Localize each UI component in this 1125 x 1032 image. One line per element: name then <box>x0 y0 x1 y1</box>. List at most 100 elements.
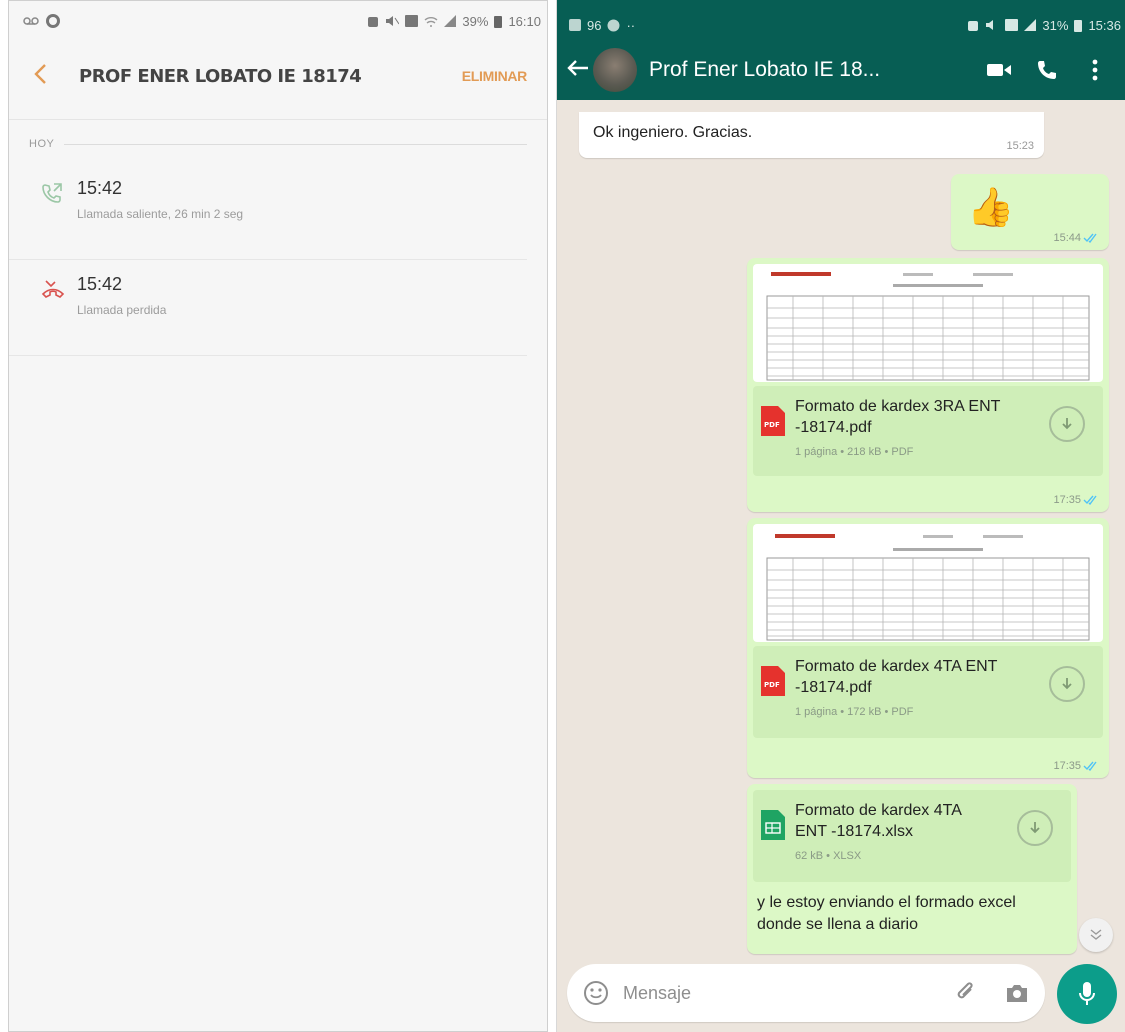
download-button[interactable] <box>1049 666 1085 702</box>
document-meta: 62 kB • XLSX <box>795 850 862 862</box>
mute-icon <box>385 15 400 27</box>
outgoing-call-icon <box>41 178 77 245</box>
outgoing-message-emoji[interactable]: 👍 15:44 <box>951 174 1109 250</box>
call-description: Llamada saliente, 26 min 2 seg <box>77 207 244 221</box>
emoji-icon <box>584 981 608 1005</box>
download-icon <box>1062 678 1072 690</box>
battery-percent: 39% <box>462 13 489 29</box>
outgoing-document-message[interactable]: Formato de kardex 4TA ENT -18174.xlsx 62… <box>747 784 1077 954</box>
arrow-left-icon <box>567 60 588 76</box>
status-time: 16:10 <box>508 13 541 29</box>
read-ticks-icon <box>1083 761 1097 771</box>
message-text: Ok ingeniero. Gracias. <box>593 124 753 141</box>
more-options-button[interactable] <box>1071 46 1119 94</box>
pdf-file-icon: PDF <box>761 396 795 466</box>
video-call-button[interactable] <box>975 46 1023 94</box>
outgoing-document-message[interactable]: PDF Formato de kardex 4TA ENT -18174.pdf… <box>747 518 1109 778</box>
back-button[interactable] <box>33 61 63 92</box>
call-time: 15:42 <box>77 274 123 294</box>
read-ticks-icon <box>1083 233 1097 243</box>
chat-header: Prof Ener Lobato IE 18... <box>557 40 1125 100</box>
mute-icon <box>985 19 999 31</box>
signal-icon <box>444 15 457 27</box>
emoji-button[interactable] <box>583 980 609 1006</box>
missed-call-icon <box>41 274 77 341</box>
message-input[interactable]: Mensaje <box>623 983 955 1004</box>
alarm-icon <box>367 14 379 28</box>
document-info[interactable]: Formato de kardex 4TA ENT -18174.xlsx 62… <box>753 790 1071 882</box>
document-title: Formato de kardex 4TA ENT -18174.xlsx <box>795 802 961 840</box>
message-text: y le estoy enviando el formado excel don… <box>757 894 1016 933</box>
battery-percent: 31% <box>1042 17 1069 33</box>
section-label: HOY <box>29 138 55 150</box>
phone-icon <box>1038 61 1056 79</box>
avatar[interactable] <box>593 48 637 92</box>
document-info[interactable]: PDF Formato de kardex 4TA ENT -18174.pdf… <box>753 646 1103 738</box>
call-entry-missed[interactable]: 15:42 Llamada perdida <box>9 260 527 356</box>
signal-icon <box>1024 19 1037 31</box>
app-bar: PROF ENER LOBATO IE 18174 ELIMINAR <box>9 41 547 111</box>
document-meta: 1 página • 172 kB • PDF <box>795 706 914 718</box>
call-time: 15:42 <box>77 178 123 198</box>
read-ticks-icon <box>1083 495 1097 505</box>
whatsapp-notification-icon <box>45 13 61 29</box>
call-entry-outgoing[interactable]: 15:42 Llamada saliente, 26 min 2 seg <box>9 164 527 260</box>
document-title: Formato de kardex 4TA ENT -18174.pdf <box>795 658 998 696</box>
status-time: 15:36 <box>1088 17 1121 33</box>
message-meta: 17:35 <box>1053 760 1099 772</box>
more-vert-icon <box>1092 59 1098 81</box>
call-log-panel: 39% 16:10 PROF ENER LOBATO IE 18174 ELIM… <box>8 0 548 1032</box>
call-description: Llamada perdida <box>77 303 167 317</box>
thumbs-up-emoji: 👍 <box>967 187 1015 229</box>
battery-icon <box>494 15 503 28</box>
delete-button[interactable]: ELIMINAR <box>462 68 528 84</box>
voice-call-button[interactable] <box>1023 46 1071 94</box>
message-time: 17:35 <box>1053 760 1081 772</box>
attach-button[interactable] <box>955 981 977 1005</box>
pdf-file-label: PDF <box>764 421 780 429</box>
message-meta: 17:35 <box>1053 494 1099 506</box>
chat-panel: 96 ·· 31% 15:36 Prof Ener Lobato IE 18..… <box>556 0 1125 1032</box>
image-icon <box>1005 19 1019 31</box>
chrome-icon <box>607 19 620 32</box>
wifi-icon <box>424 16 438 27</box>
outgoing-document-message[interactable]: PDF Formato de kardex 3RA ENT -18174.pdf… <box>747 258 1109 512</box>
alarm-icon <box>967 18 979 32</box>
section-header-today: HOY <box>9 124 547 164</box>
document-meta: 1 página • 218 kB • PDF <box>795 446 914 458</box>
document-preview[interactable] <box>753 524 1103 642</box>
chevron-left-icon <box>34 63 46 84</box>
document-preview[interactable] <box>753 264 1103 382</box>
voice-message-button[interactable] <box>1057 964 1117 1024</box>
message-composer: Mensaje <box>567 964 1045 1022</box>
document-thumbnail <box>766 272 1090 381</box>
document-thumbnail <box>766 534 1090 641</box>
image-icon <box>405 15 419 27</box>
video-camera-icon <box>987 64 1011 76</box>
message-time: 17:35 <box>1053 494 1081 506</box>
status-bar: 39% 16:10 <box>9 1 547 41</box>
camera-button[interactable] <box>1005 983 1029 1003</box>
document-info[interactable]: PDF Formato de kardex 3RA ENT -18174.pdf… <box>753 386 1103 476</box>
message-time: 15:44 <box>1053 232 1081 244</box>
camera-icon <box>1007 985 1027 1002</box>
pdf-file-label: PDF <box>764 681 780 689</box>
notification-icon <box>569 19 581 31</box>
status-left-value: 96 <box>587 17 602 33</box>
scroll-down-button[interactable] <box>1079 918 1113 952</box>
back-button[interactable] <box>567 56 593 84</box>
download-button[interactable] <box>1049 406 1085 442</box>
section-divider <box>64 143 527 145</box>
download-button[interactable] <box>1017 810 1053 846</box>
double-chevron-down-icon <box>1090 929 1102 940</box>
battery-icon <box>1074 19 1083 32</box>
pdf-file-icon: PDF <box>761 656 795 728</box>
paperclip-icon <box>957 982 973 999</box>
contact-title: PROF ENER LOBATO IE 18174 <box>79 65 362 87</box>
voicemail-icon <box>23 16 39 26</box>
message-time: 15:23 <box>1006 140 1034 152</box>
divider <box>9 119 547 120</box>
chat-contact-name[interactable]: Prof Ener Lobato IE 18... <box>649 58 975 82</box>
incoming-message[interactable]: Ok ingeniero. Gracias. 15:23 <box>579 112 1044 158</box>
message-meta: 15:44 <box>1053 232 1099 244</box>
